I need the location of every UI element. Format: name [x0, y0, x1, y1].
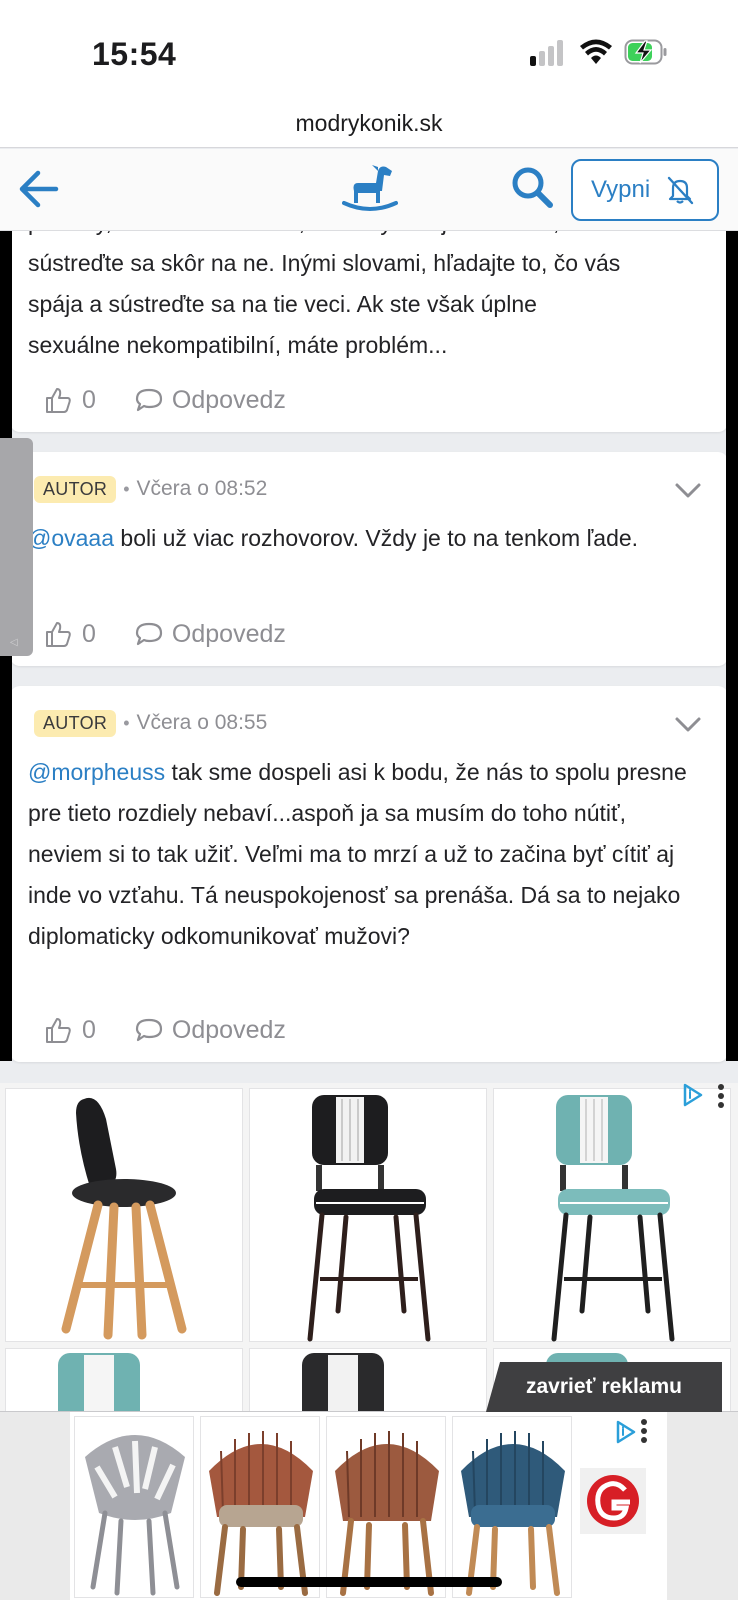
thumbs-up-icon[interactable] [44, 386, 72, 414]
comment-actions: 0 Odpovedz [44, 382, 286, 418]
ad-product-tile[interactable] [493, 1088, 731, 1342]
adchoices-icon[interactable] [614, 1420, 638, 1444]
comment-line: spája a sústreďte sa na tie veci. Ak ste… [28, 291, 537, 317]
screen-edge-right [726, 231, 738, 1061]
ad-product-tile[interactable] [452, 1416, 572, 1598]
rattan-chair-brown-image [335, 1431, 439, 1596]
reply-button[interactable]: Odpovedz [172, 386, 286, 415]
comment-meta: AUTOR • Včera o 08:52 [34, 474, 267, 504]
drawer-grip-icon: ◁ [10, 637, 18, 648]
comment-timestamp: Včera o 08:55 [136, 711, 268, 734]
rocking-horse-logo-icon[interactable] [342, 161, 398, 213]
advertiser-logo-icon [580, 1468, 646, 1534]
site-header: Vypni [0, 149, 738, 231]
comment-text: @morpheuss tak sme dospeli asi k bodu, ž… [28, 752, 706, 957]
more-options-icon[interactable] [640, 1418, 648, 1444]
author-badge: AUTOR [34, 475, 117, 503]
comment-body: tak sme dospeli asi k bodu, že nás to sp… [28, 759, 687, 949]
like-count: 0 [82, 619, 96, 648]
comment-line: sústreďte sa skôr na ne. Inými slovami, … [28, 250, 621, 276]
black-stool-image [61, 1097, 187, 1340]
adchoices-icon[interactable] [681, 1083, 705, 1107]
user-mention-link[interactable]: @morpheuss [28, 759, 165, 785]
home-indicator[interactable] [236, 1577, 502, 1587]
grey-lattice-chair-image [85, 1435, 185, 1596]
side-drawer-handle[interactable]: ◁ [0, 438, 33, 656]
thumbs-up-icon[interactable] [44, 1016, 72, 1044]
speech-bubble-icon[interactable] [134, 386, 164, 414]
comment-timestamp: Včera o 08:52 [136, 477, 268, 500]
ad-product-tile[interactable] [5, 1348, 243, 1411]
ad-product-tile[interactable] [74, 1416, 194, 1598]
ad-product-tile[interactable] [249, 1348, 487, 1411]
ad-product-tile[interactable] [326, 1416, 446, 1598]
rattan-chair-brown-image [209, 1431, 313, 1596]
reply-button[interactable]: Odpovedz [172, 620, 286, 649]
url-text: modrykonik.sk [295, 110, 443, 136]
speech-bubble-icon[interactable] [134, 620, 164, 648]
retro-black-stool-image [302, 1353, 384, 1411]
rattan-chair-blue-image [461, 1431, 565, 1596]
like-count: 0 [82, 385, 96, 414]
address-bar[interactable]: modrykonik.sk [0, 100, 738, 148]
more-options-icon[interactable] [717, 1083, 725, 1109]
speech-bubble-icon[interactable] [134, 1016, 164, 1044]
ad-banner[interactable] [0, 1083, 738, 1411]
wifi-icon [580, 39, 612, 64]
user-mention-link[interactable]: @ovaaa [28, 525, 114, 551]
search-icon[interactable] [510, 165, 554, 211]
comment-actions: 0 Odpovedz [44, 1012, 286, 1048]
comment-body: boli už viac rozhovorov. Vždy je to na t… [114, 525, 639, 551]
reply-button[interactable]: Odpovedz [172, 1016, 286, 1045]
comment-line: sexuálne nekompatibilní, máte problém... [28, 332, 448, 358]
comment-meta: AUTOR • Včera o 08:55 [34, 708, 267, 738]
comment-card: AUTOR • Včera o 08:52 @ovaaa boli už via… [10, 452, 728, 666]
mute-notifications-button[interactable]: Vypni [571, 159, 719, 221]
ad-product-tile[interactable] [200, 1416, 320, 1598]
sticky-bottom-ad[interactable] [0, 1411, 738, 1600]
ad-product-tile[interactable] [249, 1088, 487, 1342]
retro-teal-stool-image [551, 1095, 675, 1342]
meta-separator: • [123, 478, 130, 499]
status-bar: 15:54 [0, 0, 738, 100]
ad-product-tile[interactable] [5, 1088, 243, 1342]
battery-charging-icon [624, 39, 667, 65]
bell-off-icon [667, 176, 694, 205]
author-badge: AUTOR [34, 709, 117, 737]
close-ad-button[interactable]: zavrieť reklamu [486, 1362, 722, 1412]
like-count: 0 [82, 1015, 96, 1044]
cellular-signal-icon [530, 40, 566, 66]
comment-card: AUTOR • Včera o 08:55 @morpheuss tak sme… [10, 686, 728, 1062]
retro-teal-stool-image [58, 1353, 140, 1411]
comment-actions: 0 Odpovedz [44, 616, 286, 652]
chevron-down-icon[interactable] [674, 482, 702, 500]
chevron-down-icon[interactable] [674, 716, 702, 734]
status-time: 15:54 [92, 36, 177, 72]
mute-button-label: Vypni [591, 176, 651, 203]
retro-black-stool-image [307, 1095, 431, 1342]
comment-text: @ovaaa boli už viac rozhovorov. Vždy je … [28, 518, 706, 559]
back-arrow-icon[interactable] [16, 167, 60, 211]
meta-separator: • [123, 712, 130, 733]
thumbs-up-icon[interactable] [44, 620, 72, 648]
bottom-ad-content[interactable] [70, 1412, 667, 1600]
